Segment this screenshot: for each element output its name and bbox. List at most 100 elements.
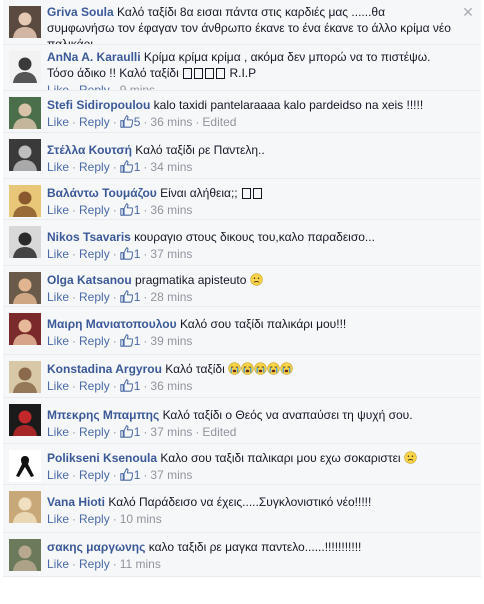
comment-actions: Like · Reply · 9 mins — [47, 82, 451, 90]
comment-author-link[interactable]: σακης μαργωνης — [47, 540, 145, 554]
comment-timestamp[interactable]: 34 mins — [150, 160, 192, 174]
comment-actions: Like · Reply · 11 mins — [47, 556, 451, 573]
close-icon[interactable]: ✕ — [461, 5, 475, 19]
like-button[interactable]: Like — [47, 557, 69, 571]
comment-timestamp[interactable]: 28 mins — [150, 290, 192, 304]
reply-button[interactable]: Reply — [79, 512, 110, 526]
comment-timestamp[interactable]: 37 mins — [150, 468, 192, 482]
avatar[interactable] — [9, 361, 41, 393]
edited-label[interactable]: Edited — [202, 115, 236, 129]
comment-actions: Like · Reply · 1 · 37 mins — [47, 246, 451, 263]
avatar[interactable] — [9, 97, 41, 129]
reply-button[interactable]: Reply — [79, 247, 110, 261]
comment-author-link[interactable]: Μαιρη Μανιατοπουλου — [47, 317, 177, 331]
avatar[interactable] — [9, 539, 41, 571]
reply-button[interactable]: Reply — [79, 425, 110, 439]
comment-text: Καλό σου ταξίδι παλικάρι μου!!! — [179, 317, 347, 331]
reply-button[interactable]: Reply — [79, 115, 110, 129]
like-count-link[interactable]: 1 — [119, 425, 140, 439]
comment-author-link[interactable]: Στέλλα Κουτσή — [47, 143, 132, 157]
like-count-link[interactable]: 1 — [119, 203, 140, 217]
like-button[interactable]: Like — [47, 468, 69, 482]
like-button[interactable]: Like — [47, 334, 69, 348]
avatar[interactable] — [9, 139, 41, 171]
comment-author-link[interactable]: AnNa A. Karaulli — [47, 50, 141, 64]
reply-button[interactable]: Reply — [79, 379, 110, 393]
separator-dot: · — [72, 290, 77, 304]
avatar[interactable] — [9, 491, 41, 523]
avatar[interactable] — [9, 404, 41, 436]
comment-author-link[interactable]: Griva Soula — [47, 5, 114, 19]
thumbs-up-icon — [119, 290, 133, 303]
comment-timestamp[interactable]: 37 mins — [150, 425, 192, 439]
reply-button[interactable]: Reply — [79, 203, 110, 217]
comment-text: kalo taxidi pantelaraaaa kalo pardeidso … — [153, 98, 424, 112]
avatar[interactable] — [9, 226, 41, 258]
reply-button[interactable]: Reply — [79, 83, 110, 90]
comment-author-link[interactable]: Βαλάντω Τουμάζου — [47, 186, 157, 200]
comment-author-link[interactable]: Olga Katsanou — [47, 273, 132, 287]
comment-actions: Like · Reply · 1 · 39 mins — [47, 333, 451, 350]
comment-body: Μαιρη Μανιατοπουλου Καλό σου ταξίδι παλι… — [47, 316, 451, 332]
crying-face-emoji-icon — [228, 362, 241, 375]
comment-timestamp[interactable]: 36 mins — [150, 203, 192, 217]
avatar[interactable] — [9, 272, 41, 304]
comment-row: Stefi Sidiropoulou kalo taxidi pantelara… — [3, 91, 481, 133]
like-count-link[interactable]: 1 — [119, 247, 140, 261]
separator-dot: · — [112, 425, 117, 439]
separator-dot: · — [72, 379, 77, 393]
like-button[interactable]: Like — [47, 247, 69, 261]
avatar[interactable] — [9, 450, 41, 482]
avatar[interactable] — [9, 6, 41, 38]
like-count-link[interactable]: 1 — [119, 379, 140, 393]
like-count-link[interactable]: 5 — [119, 115, 140, 129]
thumbs-up-icon — [119, 379, 133, 392]
like-count-link[interactable]: 1 — [119, 334, 140, 348]
like-count-link[interactable]: 1 — [119, 160, 140, 174]
reply-button[interactable]: Reply — [79, 290, 110, 304]
reply-button[interactable]: Reply — [79, 334, 110, 348]
comment-timestamp[interactable]: 37 mins — [150, 247, 192, 261]
comment-row: ✕ Griva Soula Καλό ταξίδι 8α εισαι πάντα … — [3, 0, 481, 45]
like-button[interactable]: Like — [47, 115, 69, 129]
comment-row: Olga Katsanou pragmatika apisteuto Like ·… — [3, 266, 481, 307]
comment-author-link[interactable]: Stefi Sidiropoulou — [47, 98, 150, 112]
reply-button[interactable]: Reply — [79, 557, 110, 571]
reply-button[interactable]: Reply — [79, 160, 110, 174]
comment-author-link[interactable]: Μπεκρης Μπαμπης — [47, 408, 159, 422]
comment-body: Stefi Sidiropoulou kalo taxidi pantelara… — [47, 97, 451, 113]
comment-timestamp[interactable]: 10 mins — [120, 512, 162, 526]
like-button[interactable]: Like — [47, 512, 69, 526]
like-button[interactable]: Like — [47, 379, 69, 393]
avatar[interactable] — [9, 51, 41, 83]
avatar[interactable] — [9, 185, 41, 217]
thumbs-up-icon — [119, 115, 133, 128]
comment-timestamp[interactable]: 11 mins — [120, 557, 161, 571]
comment-row: Nikos Tsavaris κουραγιο στους δικους του… — [3, 220, 481, 266]
like-count-link[interactable]: 1 — [119, 290, 140, 304]
like-button[interactable]: Like — [47, 425, 69, 439]
edited-label[interactable]: Edited — [202, 425, 236, 439]
comment-author-link[interactable]: Vana Hioti — [47, 495, 105, 509]
comment-timestamp[interactable]: 39 mins — [150, 334, 192, 348]
reply-button[interactable]: Reply — [79, 468, 110, 482]
comment-timestamp[interactable]: 36 mins — [150, 115, 192, 129]
like-button[interactable]: Like — [47, 160, 69, 174]
like-button[interactable]: Like — [47, 203, 69, 217]
separator-dot: · — [72, 512, 77, 526]
thumbs-up-icon — [119, 247, 133, 260]
comment-author-link[interactable]: Konstadina Argyrou — [47, 362, 162, 376]
like-count-link[interactable]: 1 — [119, 468, 140, 482]
separator-dot: · — [143, 334, 148, 348]
comment-text-tail: R.I.P — [229, 66, 257, 80]
comment-timestamp[interactable]: 9 mins — [120, 83, 155, 90]
comment-author-link[interactable]: Nikos Tsavaris — [47, 230, 131, 244]
comment-timestamp[interactable]: 36 mins — [150, 379, 192, 393]
like-button[interactable]: Like — [47, 290, 69, 304]
like-button[interactable]: Like — [47, 83, 69, 90]
crying-face-emoji-icon — [280, 362, 293, 375]
comment-body: Konstadina Argyrou Καλό ταξίδι — [47, 361, 451, 377]
separator-dot: · — [72, 115, 77, 129]
comment-author-link[interactable]: Polikseni Ksenoula — [47, 451, 157, 465]
avatar[interactable] — [9, 313, 41, 345]
